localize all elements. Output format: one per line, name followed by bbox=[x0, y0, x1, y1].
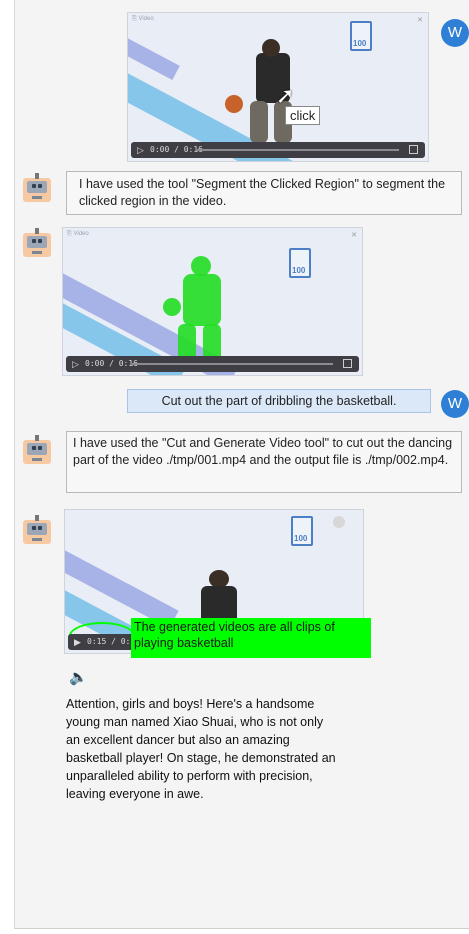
video-time: 0:00 / 0:16 bbox=[150, 145, 203, 154]
video-time: 0:00 / 0:16 bbox=[85, 359, 138, 368]
user-message: Cut out the part of dribbling the basket… bbox=[127, 389, 431, 413]
dancer-leg-left bbox=[250, 101, 268, 143]
video-tag: ⎘ Video bbox=[132, 16, 154, 22]
input-video-player[interactable]: 100 ➚ click ⎘ Video ✕ ▷ 0:00 / 0:16 bbox=[127, 12, 429, 162]
play-icon[interactable]: ▶ bbox=[74, 637, 81, 648]
bot-message: I have used the "Cut and Generate Video … bbox=[66, 431, 462, 493]
background-stripe-2 bbox=[128, 33, 180, 80]
logo-icon: 100 bbox=[350, 21, 372, 51]
play-icon[interactable]: ▷ bbox=[137, 145, 144, 156]
play-icon[interactable]: ▷ bbox=[72, 359, 79, 370]
close-icon[interactable]: ✕ bbox=[351, 231, 357, 239]
bot-avatar bbox=[23, 228, 51, 257]
seek-bar[interactable] bbox=[132, 363, 333, 365]
seek-bar[interactable] bbox=[197, 149, 399, 151]
basketball bbox=[225, 95, 243, 113]
bot-avatar bbox=[23, 173, 51, 202]
segment-mask-body bbox=[183, 274, 221, 326]
narration-text: Attention, girls and boys! Here's a hand… bbox=[66, 697, 336, 801]
video-caption: The generated videos are all clips of pl… bbox=[131, 618, 371, 658]
logo-icon: 100 bbox=[291, 516, 313, 546]
segmented-video-player[interactable]: 100 ⎘ Video ✕ ▷ 0:00 / 0:16 bbox=[62, 227, 363, 376]
user-avatar: W bbox=[441, 19, 469, 47]
dancer-head bbox=[262, 39, 280, 57]
bot-message: I have used the tool "Segment the Clicke… bbox=[66, 171, 462, 215]
user-avatar: W bbox=[441, 390, 469, 418]
bot-avatar bbox=[23, 515, 51, 544]
settings-icon[interactable] bbox=[333, 516, 345, 528]
segment-mask-head bbox=[191, 256, 211, 276]
video-controls: ▷ 0:00 / 0:16 bbox=[66, 356, 359, 372]
segment-mask-ball bbox=[163, 298, 181, 316]
video-tag: ⎘ Video bbox=[67, 231, 89, 237]
bot-avatar bbox=[23, 435, 51, 464]
speaker-icon[interactable]: 🔈 bbox=[69, 668, 88, 686]
fullscreen-icon[interactable] bbox=[343, 359, 352, 368]
fullscreen-icon[interactable] bbox=[409, 145, 418, 154]
close-icon[interactable]: ✕ bbox=[417, 16, 423, 24]
click-label: click bbox=[285, 106, 321, 125]
logo-icon: 100 bbox=[289, 248, 311, 278]
video-controls: ▷ 0:00 / 0:16 bbox=[131, 142, 425, 158]
